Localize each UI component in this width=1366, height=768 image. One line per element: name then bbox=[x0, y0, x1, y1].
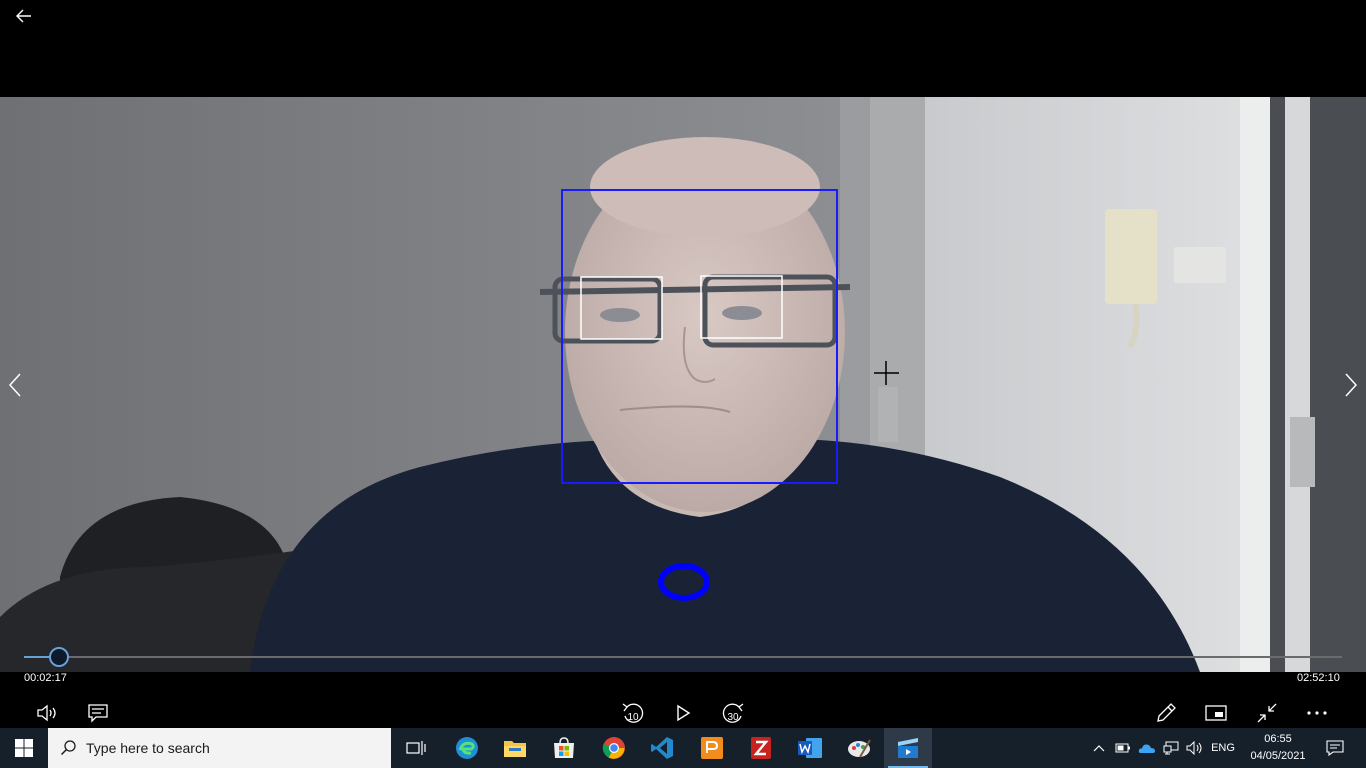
network-tray-button[interactable] bbox=[1160, 728, 1182, 768]
total-time: 02:52:10 bbox=[1297, 672, 1340, 684]
volume-tray-button[interactable] bbox=[1184, 728, 1206, 768]
skip-back-label: 10 bbox=[627, 712, 639, 723]
back-button[interactable] bbox=[8, 4, 40, 28]
next-button[interactable] bbox=[1336, 370, 1366, 400]
windows-logo-icon bbox=[15, 739, 33, 757]
taskbar-search-box[interactable]: Type here to search bbox=[48, 728, 391, 768]
zotero-icon bbox=[751, 737, 771, 759]
exit-fullscreen-icon bbox=[1257, 703, 1277, 723]
start-button[interactable] bbox=[0, 728, 48, 768]
title-bar bbox=[0, 0, 1366, 97]
seek-bar[interactable] bbox=[24, 656, 1342, 658]
onedrive-cloud-icon bbox=[1138, 743, 1155, 753]
edit-button[interactable] bbox=[1149, 698, 1183, 728]
taskbar-movies-tv[interactable] bbox=[884, 728, 932, 768]
taskbar-pdf-app[interactable] bbox=[688, 728, 736, 768]
taskbar-vscode[interactable] bbox=[638, 728, 686, 768]
chrome-icon bbox=[602, 737, 625, 759]
taskbar-word[interactable] bbox=[786, 728, 834, 768]
previous-button[interactable] bbox=[0, 370, 30, 400]
task-view-button[interactable] bbox=[392, 728, 440, 768]
pencil-icon bbox=[1157, 703, 1176, 722]
taskbar-clock[interactable]: 06:55 04/05/2021 bbox=[1236, 731, 1320, 765]
more-options-icon bbox=[1307, 711, 1327, 715]
show-hidden-icons-button[interactable] bbox=[1088, 728, 1110, 768]
chevron-right-icon bbox=[1345, 373, 1358, 397]
network-icon bbox=[1163, 741, 1179, 755]
pdf-app-icon bbox=[701, 737, 723, 759]
store-icon bbox=[554, 737, 574, 758]
more-options-button[interactable] bbox=[1300, 698, 1334, 728]
vscode-icon bbox=[651, 737, 673, 759]
crosshair-cursor bbox=[874, 361, 899, 385]
notifications-icon bbox=[1326, 740, 1344, 756]
play-button[interactable] bbox=[666, 698, 700, 728]
skip-forward-label: 30 bbox=[727, 712, 739, 723]
captions-button[interactable] bbox=[81, 698, 115, 728]
volume-icon bbox=[37, 704, 56, 722]
taskbar-file-explorer[interactable] bbox=[491, 728, 539, 768]
exit-fullscreen-button[interactable] bbox=[1250, 698, 1284, 728]
search-icon bbox=[60, 740, 76, 756]
elapsed-time: 00:02:17 bbox=[24, 672, 67, 684]
speaker-icon bbox=[1186, 741, 1202, 755]
skip-forward-button[interactable]: 30 bbox=[716, 698, 750, 728]
back-arrow-icon bbox=[16, 9, 31, 23]
battery-icon bbox=[1115, 743, 1130, 753]
detection-overlay bbox=[561, 189, 899, 601]
mini-view-icon bbox=[1205, 705, 1227, 721]
clock-date: 04/05/2021 bbox=[1250, 750, 1306, 762]
right-eye-box bbox=[700, 275, 783, 339]
folder-icon bbox=[504, 741, 526, 757]
play-icon bbox=[677, 704, 691, 722]
taskbar-chrome[interactable] bbox=[590, 728, 638, 768]
language-indicator[interactable]: ENG bbox=[1208, 728, 1238, 768]
taskbar-zotero[interactable] bbox=[737, 728, 785, 768]
video-frame[interactable] bbox=[0, 97, 1366, 672]
gaze-marker bbox=[658, 563, 710, 601]
clock-time: 06:55 bbox=[1264, 733, 1292, 745]
word-icon bbox=[798, 738, 822, 758]
chevron-left-icon bbox=[8, 373, 21, 397]
movies-tv-icon bbox=[898, 738, 918, 758]
action-center-button[interactable] bbox=[1320, 728, 1350, 768]
volume-button[interactable] bbox=[31, 698, 65, 728]
taskbar-paint[interactable] bbox=[835, 728, 883, 768]
onedrive-tray-button[interactable] bbox=[1136, 728, 1158, 768]
skip-back-button[interactable]: 10 bbox=[616, 698, 650, 728]
paint-icon bbox=[848, 739, 871, 758]
taskbar-edge[interactable] bbox=[443, 728, 491, 768]
seek-bar-thumb[interactable] bbox=[49, 647, 69, 667]
taskbar-microsoft-store[interactable] bbox=[540, 728, 588, 768]
mini-view-button[interactable] bbox=[1199, 698, 1233, 728]
search-placeholder: Type here to search bbox=[86, 740, 210, 756]
task-view-icon bbox=[406, 741, 426, 755]
battery-tray-button[interactable] bbox=[1112, 728, 1134, 768]
left-eye-box bbox=[580, 276, 663, 340]
face-detection-box bbox=[561, 189, 838, 484]
chevron-up-icon bbox=[1093, 745, 1105, 752]
captions-icon bbox=[88, 704, 108, 723]
edge-icon bbox=[456, 737, 478, 759]
